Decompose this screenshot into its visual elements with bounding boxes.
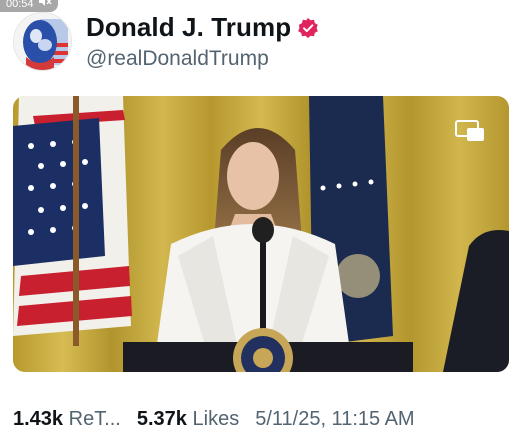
video-frame	[13, 96, 509, 372]
avatar[interactable]	[13, 12, 72, 71]
status-time: 00:54	[6, 0, 34, 10]
handle[interactable]: @realDonaldTrump	[86, 47, 269, 71]
display-name[interactable]: Donald J. Trump	[86, 12, 291, 43]
post-timestamp[interactable]: 5/11/25, 11:15 AM	[255, 408, 414, 431]
retweets-stat[interactable]: 1.43k ReT...	[13, 408, 121, 431]
verified-badge-icon	[298, 17, 318, 38]
likes-label: Likes	[192, 408, 240, 430]
author-row: Donald J. Trump	[86, 12, 319, 43]
time-pill: 00:54	[0, 0, 58, 12]
retweets-label: ReT...	[68, 408, 121, 430]
likes-count: 5.37k	[136, 408, 187, 430]
likes-stat[interactable]: 5.37k Likes	[137, 408, 239, 431]
post-stats: 1.43k ReT... 5.37k Likes 5/11/25, 11:15 …	[13, 408, 415, 431]
post-media-video[interactable]	[13, 96, 509, 372]
avatar-image	[14, 13, 71, 70]
speaker-muted-icon[interactable]	[38, 0, 52, 12]
picture-in-picture-icon[interactable]	[455, 120, 485, 142]
retweets-count: 1.43k	[13, 408, 64, 430]
